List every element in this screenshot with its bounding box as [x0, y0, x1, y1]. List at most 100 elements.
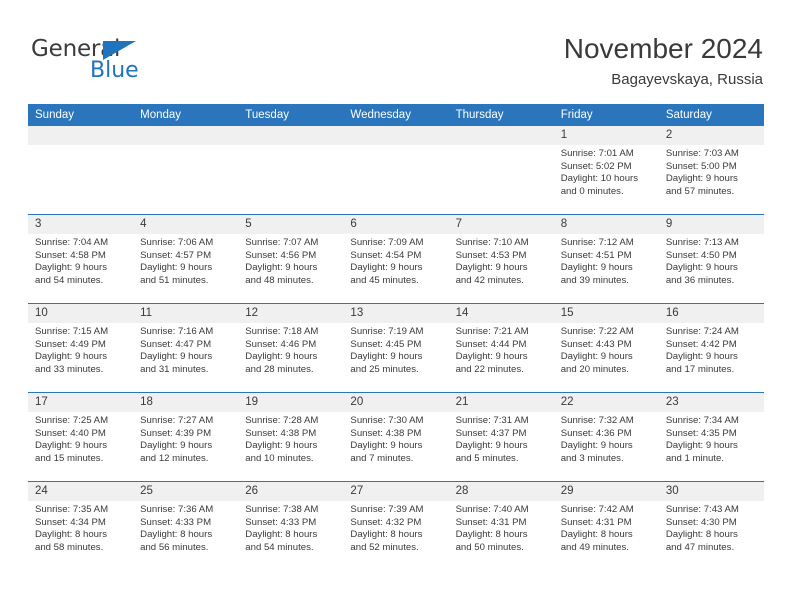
day-cell[interactable]: 1 Sunrise: 7:01 AM Sunset: 5:02 PM Daylight… — [553, 126, 659, 214]
day-number: 21 — [448, 393, 554, 412]
day-cell[interactable]: 23 Sunrise: 7:34 AM Sunset: 4:35 PM Dayligh… — [658, 393, 764, 481]
day-cell[interactable]: 18 Sunrise: 7:27 AM Sunset: 4:39 PM Dayligh… — [133, 393, 239, 481]
day-info-line: Sunrise: 7:35 AM — [35, 504, 109, 515]
day-info-line: Sunset: 4:45 PM — [350, 338, 422, 350]
day-sun-info: Sunrise: 7:38 AM Sunset: 4:33 PM Daylight:… — [238, 501, 343, 554]
day-info-line: and 45 minutes. — [350, 274, 419, 286]
day-cell[interactable]: 24 Sunrise: 7:35 AM Sunset: 4:34 PM Dayligh… — [28, 482, 134, 571]
day-sun-info: Sunrise: 7:43 AM Sunset: 4:30 PM Daylight:… — [659, 501, 764, 554]
day-number: 16 — [658, 304, 764, 323]
day-info-line: Sunset: 4:42 PM — [665, 338, 737, 350]
day-number: 4 — [133, 215, 239, 234]
day-cell[interactable]: 3 Sunrise: 7:04 AM Sunset: 4:58 PM Daylight… — [28, 215, 134, 303]
day-cell-empty — [238, 126, 344, 214]
day-info-line: Sunset: 4:47 PM — [140, 338, 212, 350]
day-cell[interactable]: 17 Sunrise: 7:25 AM Sunset: 4:40 PM Dayligh… — [28, 393, 134, 481]
day-info-line: and 39 minutes. — [560, 274, 629, 286]
day-cell[interactable]: 27 Sunrise: 7:39 AM Sunset: 4:32 PM Dayligh… — [343, 482, 449, 571]
day-sun-info: Sunrise: 7:22 AM Sunset: 4:43 PM Daylight:… — [554, 323, 659, 376]
day-sun-info: Sunrise: 7:31 AM Sunset: 4:37 PM Daylight:… — [449, 412, 554, 465]
weekday-header-row: Sunday Monday Tuesday Wednesday Thursday Frid… — [28, 104, 764, 126]
day-cell[interactable]: 26 Sunrise: 7:38 AM Sunset: 4:33 PM Dayligh… — [238, 482, 344, 571]
day-info-line: Sunrise: 7:19 AM — [350, 326, 424, 337]
day-cell[interactable]: 5 Sunrise: 7:07 AM Sunset: 4:56 PM Daylight… — [238, 215, 344, 303]
day-info-line: Daylight: 9 hours — [560, 351, 633, 363]
weekday-header-friday: Friday — [560, 109, 593, 121]
day-sun-info: Sunrise: 7:18 AM Sunset: 4:46 PM Daylight:… — [238, 323, 343, 376]
day-cell[interactable]: 15 Sunrise: 7:22 AM Sunset: 4:43 PM Dayligh… — [553, 304, 659, 392]
day-cell[interactable]: 2 Sunrise: 7:03 AM Sunset: 5:00 PM Daylight… — [658, 126, 764, 214]
day-info-line: Sunrise: 7:27 AM — [140, 415, 214, 426]
day-cell[interactable]: 7 Sunrise: 7:10 AM Sunset: 4:53 PM Daylight… — [448, 215, 554, 303]
day-info-line: Sunrise: 7:39 AM — [350, 504, 424, 515]
day-info-line: Daylight: 9 hours — [455, 351, 528, 363]
day-info-line: Daylight: 10 hours — [560, 173, 639, 185]
day-info-line: Sunrise: 7:28 AM — [245, 415, 319, 426]
day-cell[interactable]: 16 Sunrise: 7:24 AM Sunset: 4:42 PM Dayligh… — [658, 304, 764, 392]
day-info-line: and 17 minutes. — [665, 363, 735, 375]
day-number: 29 — [553, 482, 659, 501]
day-cell[interactable]: 8 Sunrise: 7:12 AM Sunset: 4:51 PM Daylight… — [553, 215, 659, 303]
day-cell[interactable]: 4 Sunrise: 7:06 AM Sunset: 4:57 PM Daylight… — [133, 215, 239, 303]
day-info-line: and 54 minutes. — [35, 274, 104, 286]
day-cell[interactable]: 22 Sunrise: 7:32 AM Sunset: 4:36 PM Dayligh… — [553, 393, 659, 481]
day-info-line: and 25 minutes. — [350, 363, 419, 375]
day-info-line: Daylight: 9 hours — [245, 440, 318, 452]
day-cell[interactable]: 20 Sunrise: 7:30 AM Sunset: 4:38 PM Dayligh… — [343, 393, 449, 481]
day-info-line: and 48 minutes. — [245, 274, 314, 286]
day-info-line: Daylight: 8 hours — [560, 529, 633, 541]
day-number: 8 — [553, 215, 659, 234]
day-info-line: Daylight: 9 hours — [560, 440, 633, 452]
day-info-line: Daylight: 9 hours — [350, 440, 423, 452]
day-info-line: and 49 minutes. — [560, 541, 629, 553]
day-info-line: Daylight: 9 hours — [245, 351, 318, 363]
day-info-line: Sunset: 4:38 PM — [245, 427, 317, 439]
day-cell[interactable]: 6 Sunrise: 7:09 AM Sunset: 4:54 PM Daylight… — [343, 215, 449, 303]
day-info-line: Daylight: 9 hours — [140, 262, 213, 274]
day-sun-info: Sunrise: 7:21 AM Sunset: 4:44 PM Daylight:… — [449, 323, 554, 376]
day-info-line: Sunset: 4:43 PM — [560, 338, 632, 350]
day-info-line: Sunset: 4:53 PM — [455, 249, 527, 261]
day-cell[interactable]: 12 Sunrise: 7:18 AM Sunset: 4:46 PM Dayligh… — [238, 304, 344, 392]
day-info-line: Sunset: 4:30 PM — [665, 516, 737, 528]
day-info-line: Sunset: 4:46 PM — [245, 338, 317, 350]
day-info-line: and 15 minutes. — [35, 452, 104, 464]
day-sun-info: Sunrise: 7:30 AM Sunset: 4:38 PM Daylight:… — [343, 412, 448, 465]
day-info-line: Sunset: 4:36 PM — [560, 427, 632, 439]
week-row: 24 Sunrise: 7:35 AM Sunset: 4:34 PM Dayligh… — [28, 482, 764, 571]
day-info-line: Sunrise: 7:30 AM — [350, 415, 424, 426]
day-cell[interactable]: 30 Sunrise: 7:43 AM Sunset: 4:30 PM Dayligh… — [658, 482, 764, 571]
week-row: 3 Sunrise: 7:04 AM Sunset: 4:58 PM Daylight… — [28, 215, 764, 304]
day-cell[interactable]: 10 Sunrise: 7:15 AM Sunset: 4:49 PM Dayligh… — [28, 304, 134, 392]
day-cell[interactable]: 11 Sunrise: 7:16 AM Sunset: 4:47 PM Dayligh… — [133, 304, 239, 392]
day-info-line: Sunset: 4:40 PM — [35, 427, 106, 439]
day-info-line: Sunrise: 7:01 AM — [560, 148, 634, 159]
general-blue-logo[interactable]: General Blue — [31, 36, 241, 88]
day-sun-info: Sunrise: 7:10 AM Sunset: 4:53 PM Daylight:… — [449, 234, 554, 287]
day-number: 25 — [133, 482, 239, 501]
day-cell[interactable]: 29 Sunrise: 7:42 AM Sunset: 4:31 PM Dayligh… — [553, 482, 659, 571]
weekday-header-monday: Monday — [140, 109, 182, 121]
day-cell[interactable]: 14 Sunrise: 7:21 AM Sunset: 4:44 PM Dayligh… — [448, 304, 554, 392]
day-info-line: Daylight: 9 hours — [665, 440, 738, 452]
day-cell[interactable]: 19 Sunrise: 7:28 AM Sunset: 4:38 PM Dayligh… — [238, 393, 344, 481]
day-number: 13 — [343, 304, 449, 323]
day-info-line: Sunset: 4:50 PM — [665, 249, 737, 261]
day-info-line: Sunset: 4:54 PM — [350, 249, 422, 261]
day-sun-info: Sunrise: 7:09 AM Sunset: 4:54 PM Daylight:… — [343, 234, 448, 287]
day-cell[interactable]: 25 Sunrise: 7:36 AM Sunset: 4:33 PM Dayligh… — [133, 482, 239, 571]
day-cell[interactable]: 9 Sunrise: 7:13 AM Sunset: 4:50 PM Daylight… — [658, 215, 764, 303]
day-number: 18 — [133, 393, 239, 412]
day-sun-info: Sunrise: 7:06 AM Sunset: 4:57 PM Daylight:… — [133, 234, 238, 287]
day-info-line: Daylight: 8 hours — [245, 529, 318, 541]
day-cell[interactable]: 28 Sunrise: 7:40 AM Sunset: 4:31 PM Dayligh… — [448, 482, 554, 571]
day-cell[interactable]: 13 Sunrise: 7:19 AM Sunset: 4:45 PM Dayligh… — [343, 304, 449, 392]
day-info-line: Sunset: 4:37 PM — [455, 427, 527, 439]
day-info-line: Sunrise: 7:03 AM — [665, 148, 739, 159]
day-cell[interactable]: 21 Sunrise: 7:31 AM Sunset: 4:37 PM Dayligh… — [448, 393, 554, 481]
day-info-line: Daylight: 8 hours — [455, 529, 528, 541]
week-row: 17 Sunrise: 7:25 AM Sunset: 4:40 PM Dayligh… — [28, 393, 764, 482]
day-sun-info: Sunrise: 7:12 AM Sunset: 4:51 PM Daylight:… — [554, 234, 659, 287]
day-info-line: Sunset: 5:00 PM — [665, 160, 737, 172]
day-info-line: Sunrise: 7:34 AM — [665, 415, 739, 426]
